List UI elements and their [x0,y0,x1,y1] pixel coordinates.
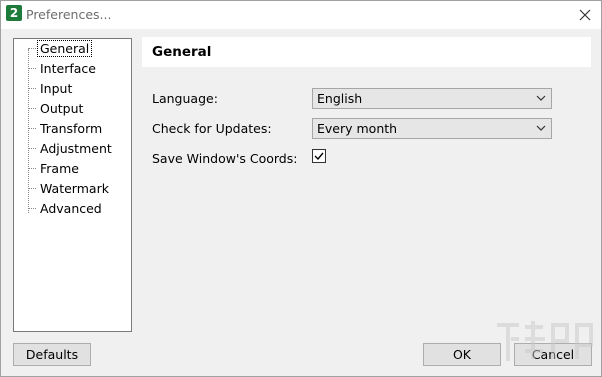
ok-button[interactable]: OK [423,343,501,366]
language-value: English [317,91,363,106]
tree-item-label: Interface [40,61,96,76]
checkmark-icon [314,152,324,161]
language-label: Language: [152,91,218,106]
preferences-window: 2 Preferences... General Interface Input… [0,0,602,377]
tree-item-label: Input [40,81,73,96]
panel-header: General [142,37,591,67]
tree-item-general[interactable]: General [28,40,93,58]
tree-item-label: Frame [40,161,79,176]
tree-item-adjustment[interactable]: Adjustment [28,140,114,158]
updates-select[interactable]: Every month [312,118,552,139]
updates-value: Every month [317,121,398,136]
panel-title: General [152,44,212,60]
tree-item-output[interactable]: Output [28,100,85,118]
tree-item-label: Advanced [40,201,102,216]
tree-item-advanced[interactable]: Advanced [28,200,104,218]
title-bar: 2 Preferences... [1,1,601,29]
tree-item-watermark[interactable]: Watermark [28,180,111,198]
tree-item-input[interactable]: Input [28,80,74,98]
tree-item-interface[interactable]: Interface [28,60,98,78]
updates-label: Check for Updates: [152,121,272,136]
defaults-button[interactable]: Defaults [13,343,91,366]
watermark-logo [497,321,593,361]
app-icon-label: 2 [9,6,19,20]
close-button[interactable] [575,5,595,25]
save-coords-label: Save Window's Coords: [152,151,298,166]
category-tree: General Interface Input Output Transform… [13,38,132,332]
tree-item-label: Watermark [40,181,109,196]
tree-item-label: Transform [40,121,103,136]
tree-item-label: Output [40,101,84,116]
close-icon [579,9,591,21]
chevron-down-icon [536,125,546,131]
window-title: Preferences... [26,7,112,22]
chevron-down-icon [536,95,546,101]
tree-item-label: Adjustment [40,141,112,156]
language-select[interactable]: English [312,88,552,109]
app-icon: 2 [6,5,22,21]
tree-item-transform[interactable]: Transform [28,120,104,138]
tree-item-label: General [36,40,93,57]
save-coords-checkbox[interactable] [312,149,326,163]
tree-item-frame[interactable]: Frame [28,160,81,178]
